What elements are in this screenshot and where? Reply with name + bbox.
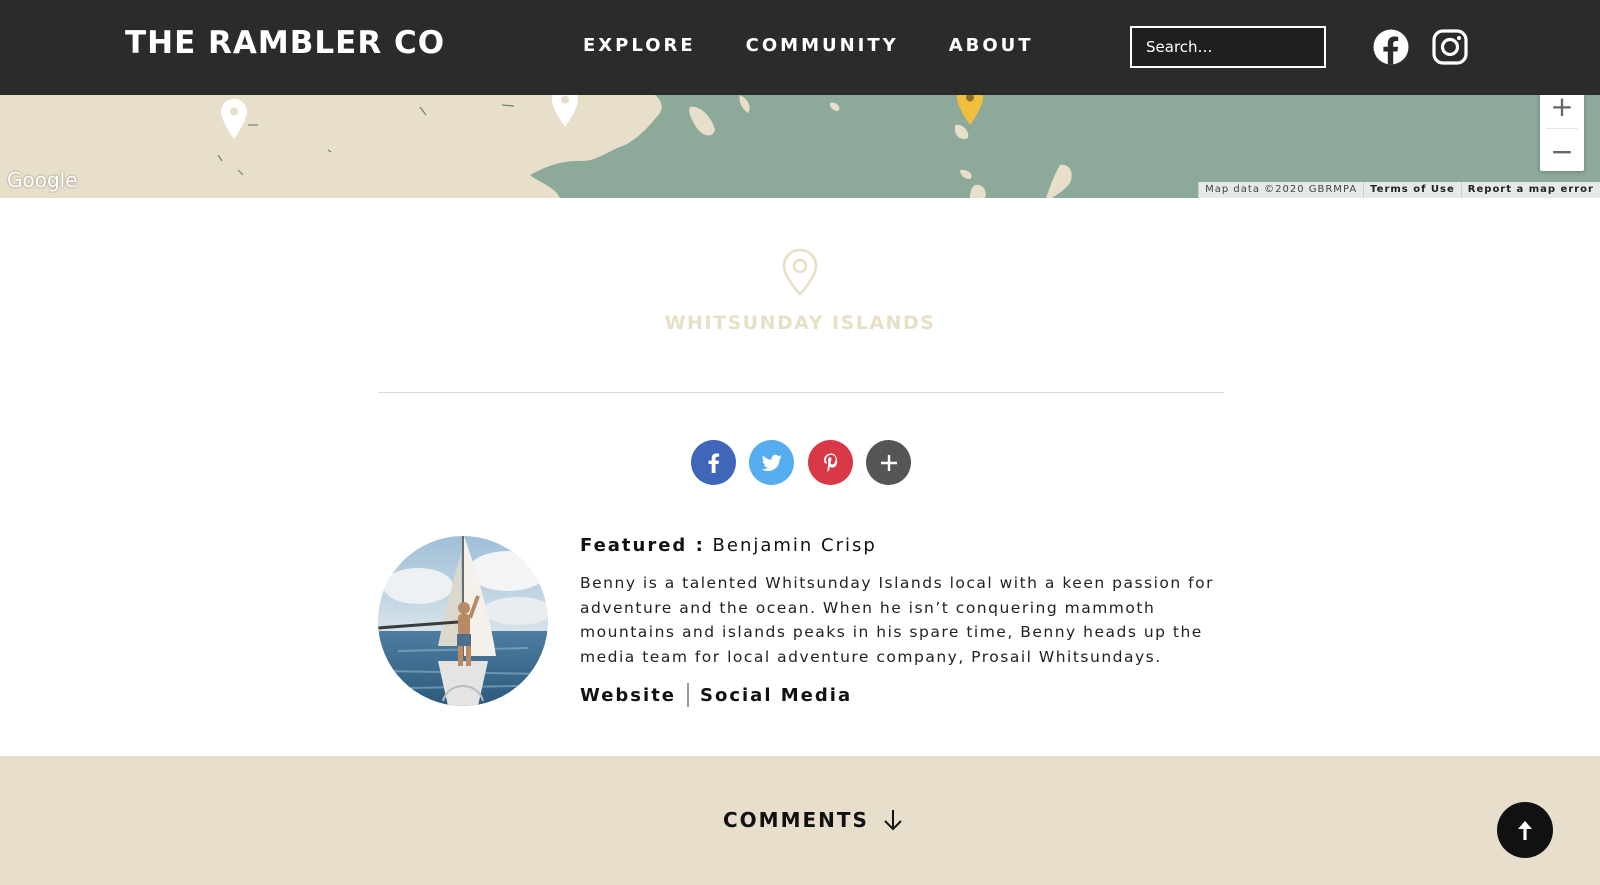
map-view[interactable]: + − Google Map data ©2020 GBRMPA Terms o… — [0, 95, 1600, 198]
featured-heading: Featured : Benjamin Crisp — [580, 535, 877, 556]
map-attribution: Map data ©2020 GBRMPA Terms of Use Repor… — [1198, 182, 1600, 198]
nav-about[interactable]: ABOUT — [949, 35, 1034, 56]
site-header: THE RAMBLER CO EXPLORE COMMUNITY ABOUT — [0, 0, 1600, 95]
arrow-down-icon — [884, 810, 902, 831]
comments-section: COMMENTS — [0, 756, 1600, 885]
zoom-divider — [1546, 128, 1578, 129]
link-separator — [687, 683, 690, 707]
site-logo[interactable]: THE RAMBLER CO — [125, 25, 445, 61]
map-pin-active-icon[interactable] — [955, 95, 985, 127]
map-zoom-control: + − — [1540, 95, 1584, 171]
share-pinterest-button[interactable] — [808, 440, 853, 485]
location-pin-icon — [782, 248, 818, 296]
location-title: WHITSUNDAY ISLANDS — [664, 312, 936, 334]
social-media-link[interactable]: Social Media — [700, 685, 852, 706]
plus-icon — [880, 454, 897, 471]
comments-toggle[interactable]: COMMENTS — [723, 808, 903, 832]
featured-links: Website Social Media — [580, 683, 852, 707]
facebook-icon — [708, 452, 719, 473]
main-nav: EXPLORE COMMUNITY ABOUT — [583, 35, 1034, 56]
arrow-up-icon — [1518, 821, 1532, 840]
section-divider — [378, 392, 1224, 393]
website-link[interactable]: Website — [580, 685, 676, 706]
map-pin-icon[interactable] — [550, 95, 580, 129]
share-facebook-button[interactable] — [691, 440, 736, 485]
pinterest-icon — [823, 453, 837, 472]
nav-community[interactable]: COMMUNITY — [746, 35, 899, 56]
map-pin-icon[interactable] — [219, 97, 249, 141]
featured-avatar — [378, 536, 548, 706]
zoom-in-button[interactable]: + — [1540, 95, 1584, 125]
sailing-photo — [378, 536, 548, 706]
back-to-top-button[interactable] — [1497, 802, 1553, 858]
featured-bio: Benny is a talented Whitsunday Islands l… — [580, 574, 1214, 667]
share-twitter-button[interactable] — [749, 440, 794, 485]
search-input[interactable] — [1130, 26, 1326, 68]
featured-name: Benjamin Crisp — [712, 535, 877, 556]
twitter-icon — [761, 454, 782, 471]
featured-label: Featured : — [580, 535, 705, 556]
facebook-icon[interactable] — [1372, 28, 1410, 66]
share-more-button[interactable] — [866, 440, 911, 485]
google-logo[interactable]: Google — [7, 168, 78, 192]
instagram-icon[interactable] — [1431, 28, 1469, 66]
nav-explore[interactable]: EXPLORE — [583, 35, 696, 56]
comments-label: COMMENTS — [723, 808, 869, 832]
zoom-out-button[interactable]: − — [1540, 132, 1584, 170]
map-data-credit: Map data ©2020 GBRMPA — [1198, 182, 1363, 198]
terms-link[interactable]: Terms of Use — [1363, 182, 1461, 198]
report-error-link[interactable]: Report a map error — [1460, 182, 1600, 198]
